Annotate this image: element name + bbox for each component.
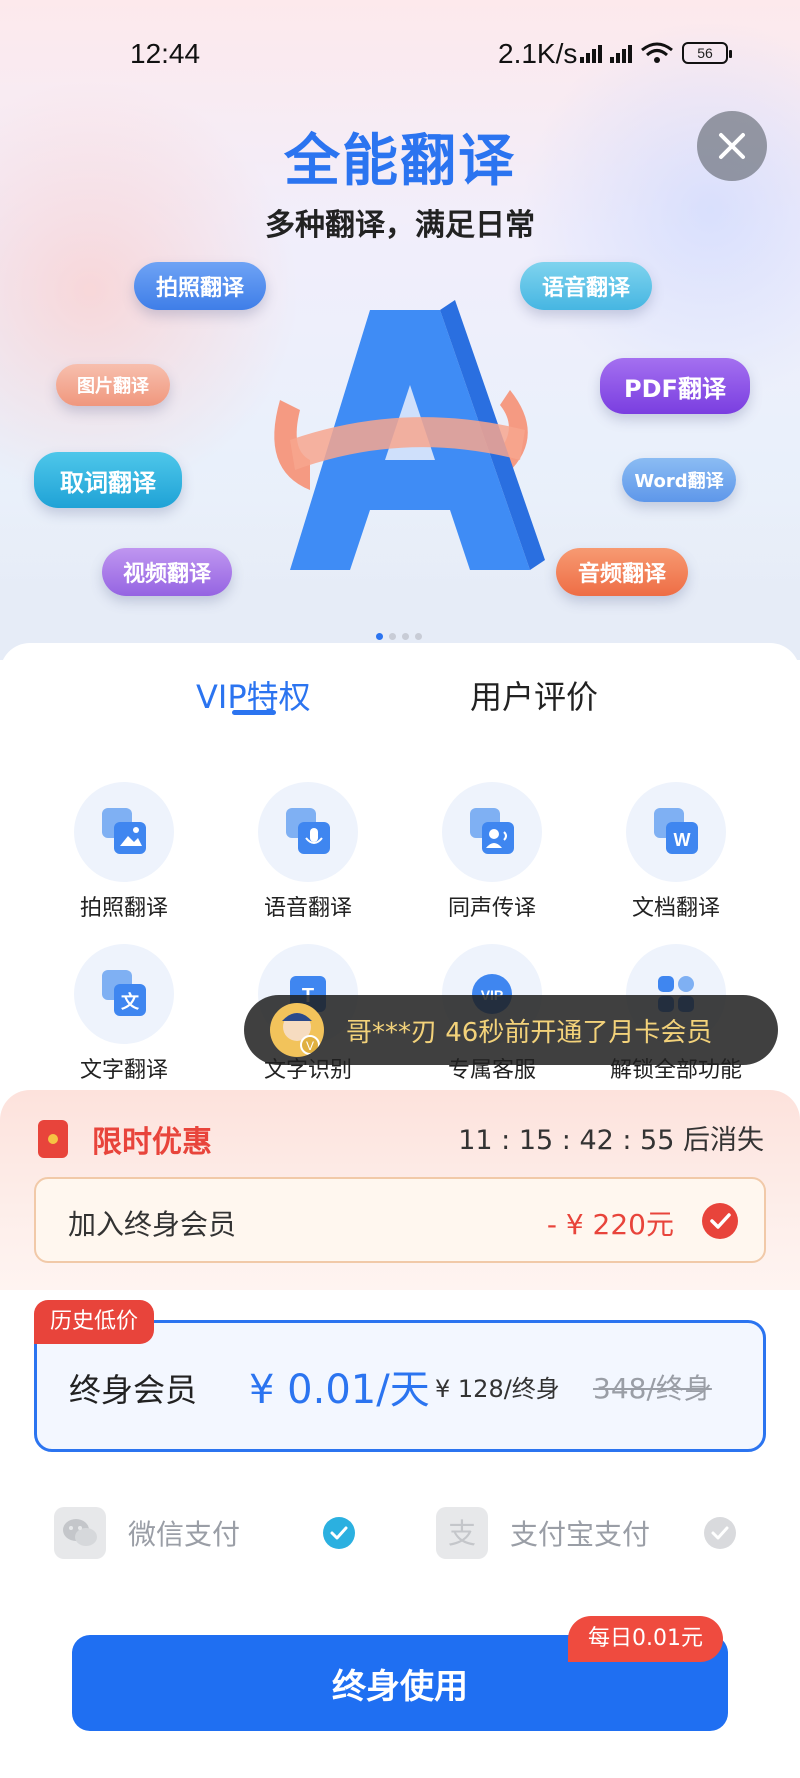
signal-icon [610,43,632,63]
lifetime-offer-label: 加入终身会员 [68,1208,237,1241]
battery-icon: 56 [682,42,732,64]
lifetime-offer-row[interactable]: 加入终身会员 - ¥ 220元 [34,1177,766,1263]
payment-label: 支付宝支付 [510,1518,651,1551]
pill-label: 图片翻译 [77,376,149,397]
red-envelope-icon [38,1120,68,1158]
toast-text: 哥***刃 46秒前开通了月卡会员 [346,1017,713,1048]
pill-label: 音频翻译 [577,562,666,587]
plan-total-price: ¥ 128/终身 [435,1375,560,1403]
pill-photo-translate: 拍照翻译 [134,262,266,310]
status-time: 12:44 [130,38,201,69]
feature-label: 同声传译 [447,896,536,921]
tab-underline [232,710,276,715]
feature-text-translate[interactable]: 文 文字翻译 [54,944,194,1084]
pill-word-translate: Word翻译 [622,458,736,502]
document-translate-icon: W [626,782,726,882]
wechat-icon [54,1507,106,1559]
pill-label: Word翻译 [634,471,724,492]
pill-label: 取词翻译 [60,468,156,497]
plan-original-price: 348/终身 [593,1372,712,1405]
plan-badge: 历史低价 [34,1300,155,1344]
feature-document-translate[interactable]: W 文档翻译 [606,782,746,922]
svg-text:文: 文 [121,991,140,1013]
pill-word-pick-translate: 取词翻译 [34,452,182,508]
carousel-dot [376,633,383,640]
network-speed: 2.1K/s [498,38,578,69]
svg-text:V: V [306,1039,314,1053]
pill-label: 视频翻译 [122,562,211,587]
pill-pdf-translate: PDF翻译 [600,358,750,414]
carousel-dot [402,633,409,640]
feature-label: 文字翻译 [79,1058,168,1083]
pill-label: 语音翻译 [541,276,630,301]
promo-title: 限时优惠 [92,1125,212,1160]
simultaneous-interpret-icon [442,782,542,882]
carousel-dot [389,633,396,640]
payment-alipay[interactable]: 支 支付宝支付 [436,1505,650,1561]
hero-title: 全能翻译 [284,129,516,194]
alipay-icon: 支 [436,1507,488,1559]
svg-text:W: W [674,830,691,850]
checkmark-icon[interactable] [702,1203,738,1239]
pill-voice-translate: 语音翻译 [520,262,652,310]
tab-bar: VIP特权 用户评价 [0,672,800,732]
hero-banner: 12:44 2.1K/s 56 全能翻译 多种翻译，满足日常 拍照翻译 语音翻译… [0,0,800,660]
pill-image-translate: 图片翻译 [56,364,170,406]
letter-a-illustration-icon [274,300,545,570]
feature-simultaneous-interpret[interactable]: 同声传译 [422,782,562,922]
avatar: V [270,1003,324,1057]
feature-photo-translate[interactable]: 拍照翻译 [54,782,194,922]
photo-translate-icon [74,782,174,882]
payment-wechat[interactable]: 微信支付 [54,1505,240,1561]
text-translate-icon: 文 [74,944,174,1044]
purchase-button-label: 终身使用 [332,1666,468,1707]
countdown-timer: 11 : 15 : 42 : 55 后消失 [458,1125,764,1156]
carousel-dots [376,633,422,640]
carousel-dot [415,633,422,640]
feature-label: 文档翻译 [631,896,720,921]
lifetime-discount: - ¥ 220元 [546,1208,674,1241]
purchase-toast: V 哥***刃 46秒前开通了月卡会员 [244,995,778,1065]
svg-text:支: 支 [448,1517,476,1550]
close-icon [719,133,745,159]
close-button[interactable] [697,111,767,181]
alipay-check-icon[interactable] [704,1517,736,1549]
pill-label: 拍照翻译 [155,276,244,301]
feature-voice-translate[interactable]: 语音翻译 [238,782,378,922]
pill-audio-translate: 音频翻译 [556,548,688,596]
feature-label: 拍照翻译 [79,896,168,921]
feature-label: 语音翻译 [263,896,352,921]
signal-icon [580,43,602,63]
tab-reviews[interactable]: 用户评价 [470,672,598,718]
hero-subtitle: 多种翻译，满足日常 [265,208,535,243]
status-icons: 56 [580,42,732,64]
pill-label: PDF翻译 [624,374,726,403]
pill-video-translate: 视频翻译 [102,548,232,596]
status-bar: 12:44 2.1K/s 56 [0,0,800,110]
wechat-check-icon[interactable] [323,1517,355,1549]
payment-label: 微信支付 [128,1518,241,1551]
daily-price-tag: 每日0.01元 [568,1616,723,1662]
voice-translate-icon [258,782,358,882]
wifi-icon [641,42,673,63]
plan-price-per-day: ¥ 0.01/天 [249,1367,430,1413]
plan-name: 终身会员 [69,1371,198,1409]
